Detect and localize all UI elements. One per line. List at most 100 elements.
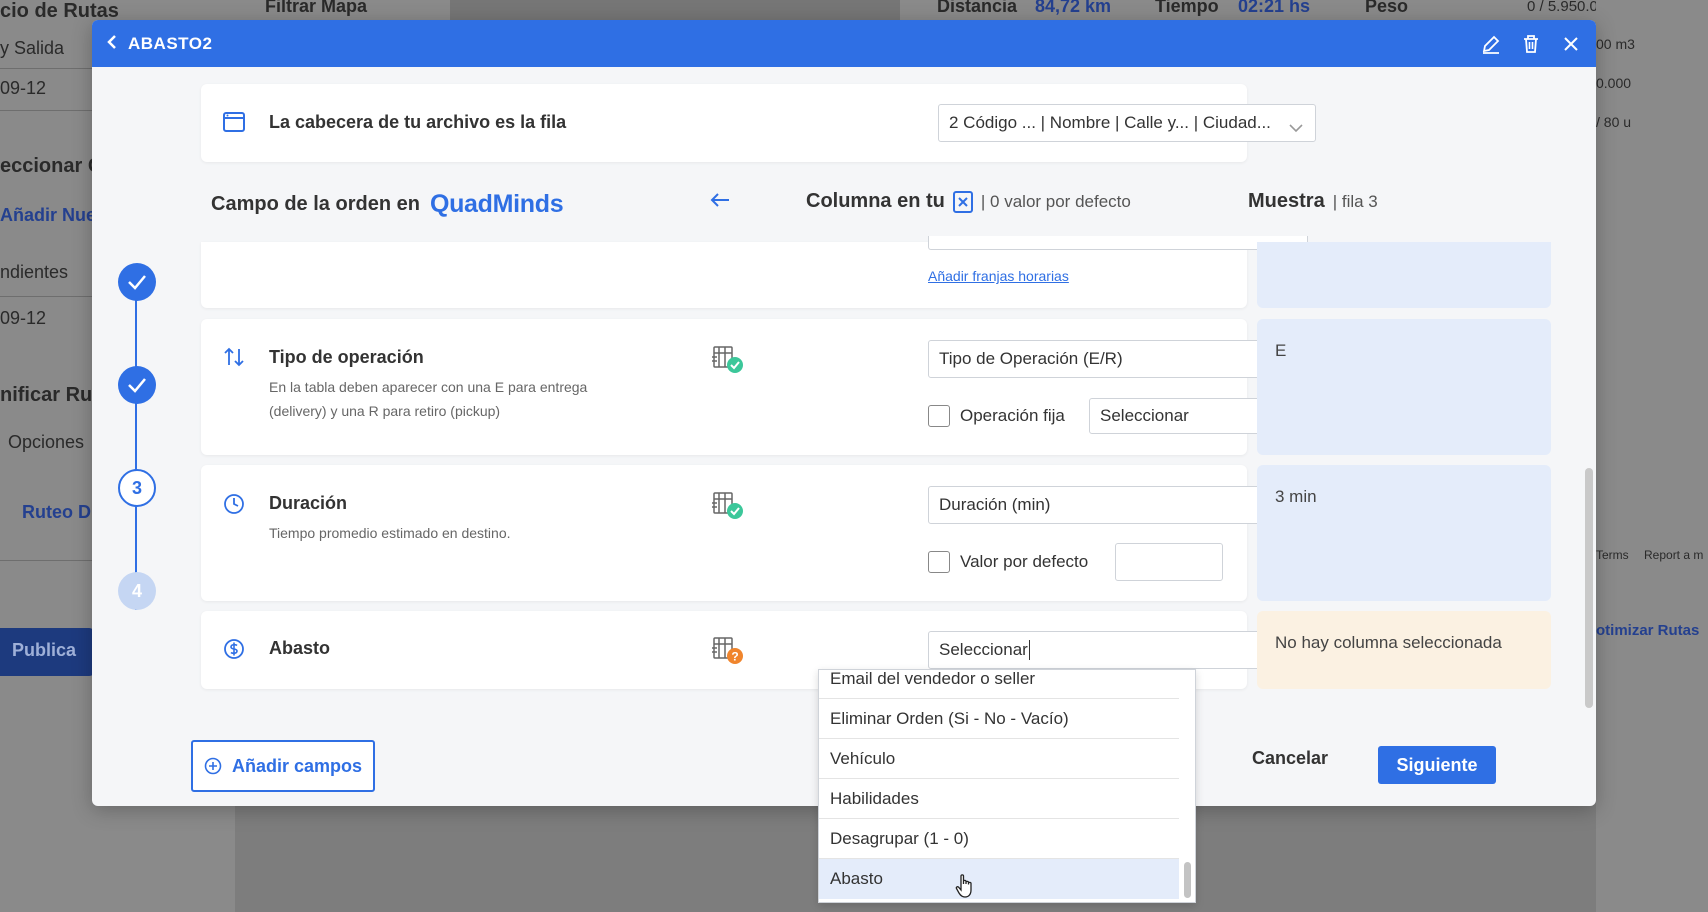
file-column-title: Columna en tu: [806, 190, 945, 212]
bg-time-value: 02:21 hs: [1238, 0, 1311, 16]
next-button[interactable]: Siguiente: [1378, 746, 1496, 784]
header-row-label: La cabecera de tu archivo es la fila: [269, 112, 567, 132]
sample-row-number: | fila 3: [1332, 191, 1378, 211]
bg-publish-button: Publica: [0, 628, 95, 676]
excel-file-icon: [952, 190, 973, 213]
default-value-label: Valor por defecto: [960, 552, 1089, 571]
operation-type-select-value: Tipo de Operación (E/R): [939, 349, 1123, 368]
dropdown-option-supply[interactable]: Abasto: [819, 859, 1179, 899]
add-fields-button[interactable]: Añadir campos: [191, 740, 375, 792]
fixed-operation-checkbox[interactable]: [928, 405, 950, 427]
default-duration-input[interactable]: [1115, 543, 1223, 581]
bg-text: y Salida: [0, 38, 65, 58]
table-window-icon: [223, 112, 245, 137]
column-missing-icon: ?: [711, 634, 745, 671]
bg-text: Ruteo Di: [22, 502, 96, 522]
stepper-line: [135, 300, 137, 610]
add-time-slots-link[interactable]: Añadir franjas horarias: [928, 268, 1069, 284]
time-window-sample: [1257, 242, 1551, 308]
duration-select[interactable]: Duración (min): [928, 486, 1308, 524]
background-right-panel: 00 m3 0.000 / 80 u Terms Report a m otim…: [1596, 0, 1708, 912]
add-fields-label: Añadir campos: [231, 755, 363, 776]
column-matched-icon: [711, 489, 745, 526]
modal-scrollbar[interactable]: [1585, 468, 1593, 708]
bg-text: Report a m: [1644, 548, 1704, 562]
bg-text: Publica: [12, 640, 77, 660]
operation-type-select[interactable]: Tipo de Operación (E/R): [928, 340, 1308, 378]
default-value-count: | 0 valor por defecto: [980, 191, 1131, 211]
sample-column-title: Muestra: [1248, 190, 1325, 212]
modal-header: ABASTO2: [92, 20, 1596, 67]
dropdown-option-delete-order[interactable]: Eliminar Orden (Si - No - Vacío): [819, 699, 1179, 739]
hand-cursor-icon: [954, 873, 976, 904]
bg-text: 0.000: [1596, 75, 1632, 91]
dropdown-scrollbar[interactable]: [1184, 862, 1191, 898]
cancel-button[interactable]: Cancelar: [1252, 748, 1328, 769]
operation-type-description: En la tabla deben aparecer con una E par…: [269, 379, 588, 419]
bg-text: eccionar C: [0, 155, 103, 177]
supply-sample: No hay columna seleccionada: [1257, 611, 1551, 689]
dropdown-option-ungroup[interactable]: Desagrupar (1 - 0): [819, 819, 1179, 859]
duration-select-value: Duración (min): [939, 495, 1051, 514]
field-column-heading: Campo de la orden en QuadMinds: [211, 190, 564, 219]
fixed-operation-label: Operación fija: [960, 406, 1065, 425]
trash-icon[interactable]: [1520, 33, 1542, 55]
bg-text: 09-12: [0, 308, 47, 328]
step-2-completed[interactable]: [118, 366, 156, 404]
bg-text: Terms: [1596, 548, 1629, 562]
plus-circle-icon: [204, 757, 222, 775]
text-caret: [1028, 640, 1030, 660]
default-value-checkbox[interactable]: [928, 551, 950, 573]
time-window-input[interactable]: [928, 236, 1308, 250]
field-column-title: Campo de la orden en: [211, 193, 420, 215]
bg-text: / 80 u: [1596, 114, 1632, 130]
bg-text: Opciones: [8, 432, 85, 452]
supply-sample-value: No hay columna seleccionada: [1275, 633, 1502, 652]
duration-title: Duración: [269, 493, 348, 513]
step-1-completed[interactable]: [118, 263, 156, 301]
bg-text: Añadir Nue: [0, 205, 97, 225]
bg-text: nificar Rut: [0, 384, 99, 406]
bg-text: otimizar Rutas: [1596, 622, 1700, 639]
duration-sample: 3 min: [1257, 465, 1551, 601]
operation-type-card: Tipo de operación En la tabla deben apar…: [201, 319, 1333, 455]
background-top-bar: Filtrar Mapa Distancia 84,72 km Tiempo 0…: [235, 0, 1635, 22]
header-row-select[interactable]: 2 Código ... | Nombre | Calle y... | Ciu…: [938, 104, 1316, 142]
fixed-operation-select-value: Seleccionar: [1100, 406, 1189, 425]
sample-column-heading: Muestra | fila 3: [1248, 190, 1378, 213]
check-icon: [128, 378, 146, 393]
supply-title: Abasto: [269, 638, 331, 658]
bg-time-label: Tiempo: [1155, 0, 1219, 16]
column-matched-icon: [711, 343, 745, 380]
file-column-heading: Columna en tu | 0 valor por defecto: [806, 190, 1131, 213]
clock-icon: [223, 493, 245, 520]
modal-title: ABASTO2: [128, 33, 213, 53]
operation-type-sample-value: E: [1275, 341, 1287, 360]
check-icon: [128, 275, 146, 290]
svg-text:?: ?: [731, 650, 738, 664]
header-row-select-value: 2 Código ... | Nombre | Calle y... | Ciu…: [949, 113, 1271, 132]
duration-sample-value: 3 min: [1275, 487, 1317, 506]
dropdown-option-seller-email[interactable]: Email del vendedor o seller: [819, 670, 1179, 699]
duration-description: Tiempo promedio estimado en destino.: [269, 525, 511, 541]
step-4-upcoming[interactable]: 4: [118, 572, 156, 610]
background-map: [450, 0, 900, 22]
bg-distance-label: Distancia: [937, 0, 1018, 16]
bg-filter-map: Filtrar Mapa: [265, 0, 368, 16]
close-icon[interactable]: [1560, 33, 1582, 55]
dropdown-option-skills[interactable]: Habilidades: [819, 779, 1179, 819]
supply-select-value: Seleccionar: [939, 640, 1028, 659]
step-3-current[interactable]: 3: [118, 469, 156, 507]
bg-text: 09-12: [0, 78, 47, 98]
dropdown-option-vehicle[interactable]: Vehículo: [819, 739, 1179, 779]
chevron-down-icon: [1289, 118, 1303, 138]
operation-type-title: Tipo de operación: [269, 347, 424, 367]
back-chevron-icon[interactable]: [106, 33, 118, 54]
supply-select[interactable]: Seleccionar: [928, 631, 1308, 669]
bg-text: ndientes: [0, 262, 69, 282]
bg-weight-label: Peso: [1365, 0, 1409, 16]
time-window-card: Añadir franjas horarias: [201, 236, 1308, 308]
arrow-left-icon: [710, 192, 730, 213]
supply-column-dropdown: Email del vendedor o seller Eliminar Ord…: [818, 669, 1196, 903]
edit-icon[interactable]: [1480, 33, 1502, 55]
